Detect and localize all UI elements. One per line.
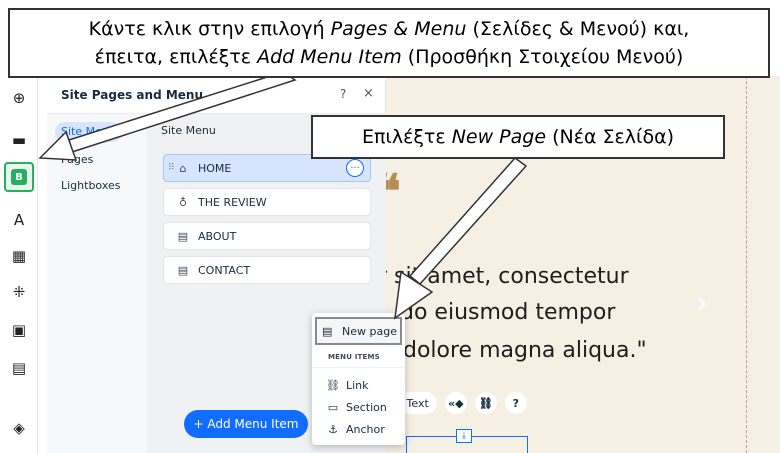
menu-item-the-review[interactable]: ♁ THE REVIEW [163,188,371,216]
home-icon: ⌂ [179,161,187,175]
add-elements-icon[interactable]: ⊕ [7,86,31,110]
quote-mark: ❝ [386,164,401,218]
panel-title: Site Pages and Menu [61,88,204,102]
bulb-icon: ♁ [178,195,188,209]
panel-nav: Site Menu Pages Lightboxes [47,114,147,453]
section-label: Site Menu [161,124,216,137]
nav-item-lightboxes[interactable]: Lightboxes [55,176,127,196]
anchor-label: Anchor [346,423,385,436]
nav-item-pages[interactable]: Pages [55,150,99,170]
element-toolbar: l Text «◆ ⛓ ? [386,392,527,414]
cms-icon[interactable]: ▤ [7,356,31,380]
instruction-line-2: έπειτα, επιλέξτε Add Menu Item (Προσθήκη… [94,46,684,68]
quote-text-line-1: r sit amet, consectetur [386,264,629,289]
page-icon: ▤ [322,324,333,338]
menu-item-label: HOME [198,161,232,175]
editor-toolbar: ⊕ ▬ B A ▦ ⁜ ▣ ▤ ◈ [0,76,38,453]
design-icon[interactable]: A [7,208,31,232]
help-icon[interactable]: ? [504,392,527,414]
section-option[interactable]: ▭ Section [326,401,387,414]
apps-icon[interactable]: ▦ [7,244,31,268]
divider [312,367,405,368]
page-icon: ▤ [177,263,189,277]
section-label: Section [346,401,387,414]
panel-header: Site Pages and Menu ? × [47,80,386,114]
menu-item-label: THE REVIEW [198,195,267,209]
new-page-callout: Επιλέξτε New Page (Νέα Σελίδα) [311,115,725,159]
menu-item-contact[interactable]: ▤ CONTACT [163,256,371,284]
menu-item-about[interactable]: ▤ ABOUT [163,222,371,250]
pages-menu-button[interactable]: B [4,162,34,192]
instruction-callout: Κάντε κλικ στην επιλογή Pages & Menu (Σε… [8,8,770,78]
anchor-option[interactable]: ⚓ Anchor [326,423,385,436]
link-label: Link [346,379,369,392]
link-icon[interactable]: ⛓ [474,392,497,414]
more-actions-button[interactable]: ··· [346,159,364,177]
canvas-gridline [746,76,747,453]
link-option[interactable]: ⛓ Link [326,379,369,392]
pages-icon: B [11,169,27,185]
nav-item-site-menu[interactable]: Site Menu [55,122,122,142]
menu-items-header: MENU ITEMS [328,353,380,361]
menu-item-label: ABOUT [198,229,237,243]
help-icon[interactable]: ? [340,87,346,101]
sections-icon[interactable]: ▬ [7,128,31,152]
quote-text-line-3: dolore magna aliqua." [403,338,647,363]
section-icon: ▭ [327,401,339,414]
instruction-line-1: Κάντε κλικ στην επιλογή Pages & Menu (Σε… [88,18,690,40]
animation-icon[interactable]: «◆ [444,392,467,414]
page-icon: ▤ [177,229,189,243]
anchor-icon: ⚓ [328,423,338,436]
new-page-label: New page [342,324,397,338]
quote-text-line-2: do eiusmod tempor [400,300,616,325]
add-menu-item-button[interactable]: + Add Menu Item [184,410,308,438]
drag-handle-icon[interactable]: ⠿ [168,163,175,173]
menu-item-label: CONTACT [198,263,251,277]
close-icon[interactable]: × [363,86,374,101]
link-icon: ⛓ [326,379,340,392]
stretch-handle-icon[interactable]: ⤓ [456,429,472,443]
app-market-icon[interactable]: ⁜ [7,280,31,304]
add-menu-item-dropdown: ▤ New page MENU ITEMS ⛓ Link ▭ Section ⚓… [312,313,405,445]
chevron-right-icon[interactable]: › [696,286,708,321]
new-page-option[interactable]: ▤ New page [315,317,402,345]
media-icon[interactable]: ▣ [7,318,31,342]
layers-icon[interactable]: ◈ [7,416,31,440]
